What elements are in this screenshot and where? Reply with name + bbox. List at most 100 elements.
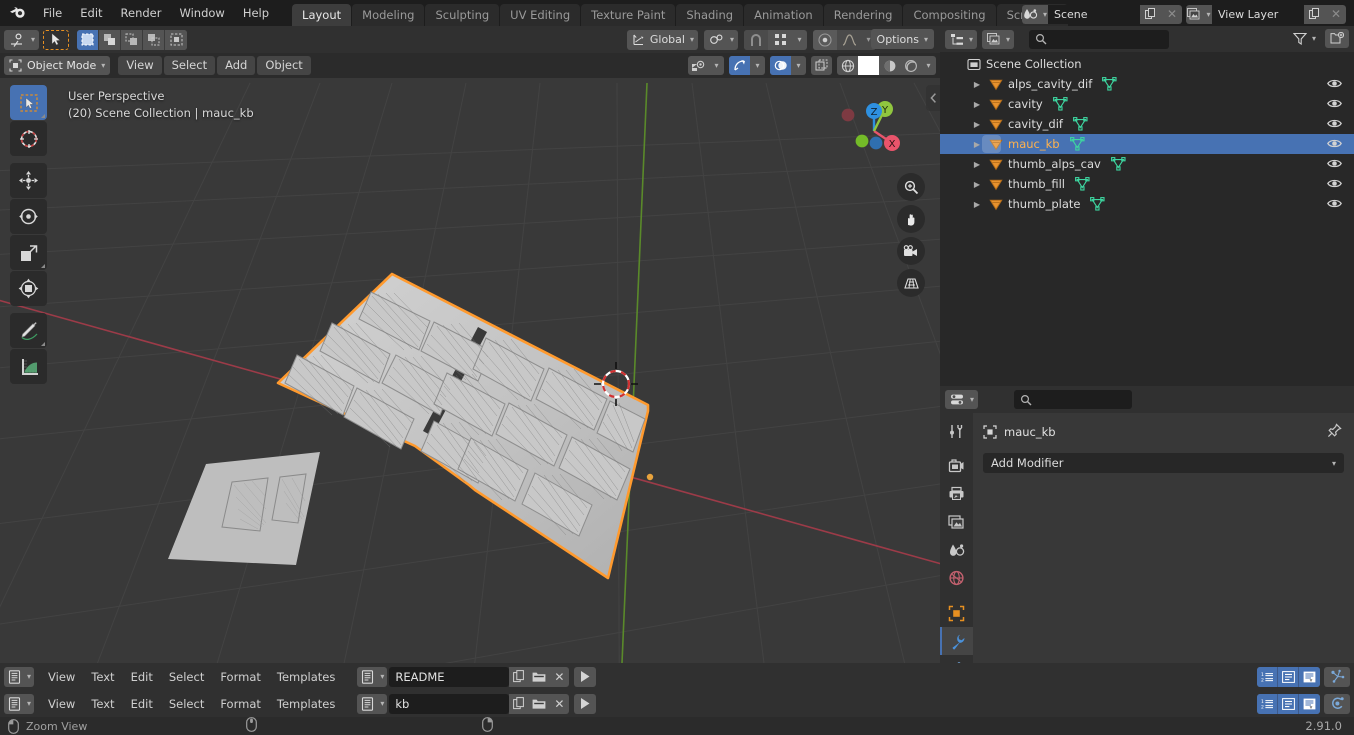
eye-visibility-icon[interactable]: [688, 56, 709, 75]
mesh-object-icon[interactable]: [986, 78, 1006, 91]
properties-search-input[interactable]: [1014, 390, 1133, 409]
properties-tab-column[interactable]: [940, 413, 973, 704]
scene-icon[interactable]: ▾: [1022, 4, 1048, 24]
workspace-tab-animation[interactable]: Animation: [744, 4, 823, 26]
tab-tool[interactable]: [940, 417, 973, 445]
x-icon[interactable]: ✕: [1162, 4, 1182, 24]
new-collection-icon[interactable]: [1325, 29, 1349, 48]
tab-view-layer[interactable]: [940, 508, 973, 536]
new-copy-icon[interactable]: [1140, 4, 1162, 24]
run-script-icon[interactable]: [574, 666, 597, 687]
viewport-menu-select[interactable]: Select: [163, 56, 216, 75]
active-tool-icon[interactable]: ▾: [4, 29, 40, 50]
gizmo-dropdown[interactable]: ▾: [729, 56, 765, 75]
viewport-toolbar[interactable]: [10, 85, 47, 385]
menu-edit[interactable]: Edit: [71, 2, 111, 24]
tab-modifier[interactable]: [940, 627, 973, 655]
transform-orientation-dropdown[interactable]: Global ▾: [626, 29, 698, 50]
text-menu-select[interactable]: Select: [161, 694, 212, 714]
disclosure-triangle-icon[interactable]: ▶: [968, 200, 986, 209]
camera-view-icon[interactable]: [897, 237, 925, 265]
disclosure-triangle-icon[interactable]: ▶: [968, 100, 986, 109]
scene-name[interactable]: Scene: [1048, 4, 1140, 24]
select-invert-icon[interactable]: [143, 29, 166, 50]
viewport-menu-view[interactable]: View: [118, 56, 162, 75]
mesh-object-icon[interactable]: [986, 158, 1006, 171]
disclosure-triangle-icon[interactable]: ▶: [968, 80, 986, 89]
disclosure-triangle-icon[interactable]: ▶: [968, 120, 986, 129]
navigation-gizmo[interactable]: X Y Z: [834, 93, 910, 169]
word-wrap-icon[interactable]: [1278, 666, 1299, 687]
viewport-menu-add[interactable]: Add: [217, 56, 256, 75]
word-wrap-icon[interactable]: [1278, 693, 1299, 714]
chevron-down-icon[interactable]: ▾: [709, 56, 724, 75]
text-datablock-selector[interactable]: ▾ README ✕: [357, 666, 597, 687]
new-text-icon[interactable]: [509, 666, 530, 687]
mesh-object-icon[interactable]: [986, 178, 1006, 191]
mesh-data-icon[interactable]: [1102, 77, 1117, 91]
pin-icon[interactable]: [1327, 423, 1342, 441]
outliner-search-input[interactable]: [1029, 29, 1170, 49]
text-datablock-icon[interactable]: ▾: [357, 666, 388, 687]
outliner-tree[interactable]: Scene Collection ▶ alps_cavity_dif ▶ cavity…: [940, 52, 1354, 214]
syntax-highlight-icon[interactable]: [1299, 693, 1320, 714]
visibility-eye-icon[interactable]: [1327, 198, 1342, 212]
tab-render[interactable]: [940, 452, 973, 480]
text-editor-type-dropdown[interactable]: ▾: [4, 693, 35, 714]
viewport-sidebar-toggle[interactable]: [926, 85, 940, 111]
text-datablock-selector[interactable]: ▾ kb ✕: [357, 693, 597, 714]
text-filename-field[interactable]: kb: [389, 693, 510, 714]
workspace-tab-uv-editing[interactable]: UV Editing: [500, 4, 581, 26]
menu-render[interactable]: Render: [112, 2, 171, 24]
syntax-highlight-icon[interactable]: [1299, 666, 1320, 687]
select-box-tool[interactable]: [10, 85, 47, 120]
zoom-icon[interactable]: [897, 173, 925, 201]
shading-mode-group[interactable]: ▾: [837, 56, 936, 75]
visibility-eye-icon[interactable]: [1327, 178, 1342, 192]
workspace-tab-sculpting[interactable]: Sculpting: [425, 4, 500, 26]
cursor-tool[interactable]: [10, 121, 47, 156]
tab-object[interactable]: [940, 599, 973, 627]
transform-tool[interactable]: [10, 271, 47, 306]
outliner-item-thumb_plate[interactable]: ▶ thumb_plate: [940, 194, 1354, 214]
text-menu-format[interactable]: Format: [212, 667, 269, 687]
blender-logo-icon[interactable]: [0, 0, 34, 26]
menu-help[interactable]: Help: [234, 2, 278, 24]
text-menu-view[interactable]: View: [40, 694, 83, 714]
outliner-root-collection[interactable]: Scene Collection: [940, 54, 1354, 74]
text-datablock-icon[interactable]: ▾: [357, 693, 388, 714]
workspace-tab-rendering[interactable]: Rendering: [823, 4, 903, 26]
scale-tool[interactable]: [10, 235, 47, 270]
ortho-persp-icon[interactable]: [897, 269, 925, 297]
disclosure-triangle-icon[interactable]: ▶: [968, 180, 986, 189]
chevron-down-icon[interactable]: ▾: [750, 56, 765, 75]
shading-wireframe-icon[interactable]: [837, 56, 858, 75]
proportional-icon[interactable]: [813, 29, 837, 50]
run-script-icon[interactable]: [574, 693, 597, 714]
mesh-object-icon[interactable]: [986, 198, 1006, 211]
mesh-data-icon[interactable]: [1069, 137, 1085, 151]
shading-material-preview-icon[interactable]: [879, 56, 900, 75]
workspace-tab-compositing[interactable]: Compositing: [903, 4, 996, 26]
disclosure-triangle-icon[interactable]: ▶: [968, 160, 986, 169]
chevron-down-icon[interactable]: ▾: [921, 56, 936, 75]
overlays-dropdown[interactable]: ▾: [770, 56, 806, 75]
physics-orbit-icon[interactable]: [1324, 693, 1350, 714]
workspace-tab-layout[interactable]: Layout: [292, 4, 352, 26]
open-folder-icon[interactable]: [529, 693, 550, 714]
text-menu-format[interactable]: Format: [212, 694, 269, 714]
shading-rendered-icon[interactable]: [900, 56, 921, 75]
text-menu-view[interactable]: View: [40, 667, 83, 687]
text-menu-select[interactable]: Select: [161, 667, 212, 687]
menu-file[interactable]: File: [34, 2, 71, 24]
open-folder-icon[interactable]: [529, 666, 550, 687]
visibility-eye-icon[interactable]: [1327, 98, 1342, 112]
tab-world[interactable]: [940, 564, 973, 592]
annotate-tool[interactable]: [10, 313, 47, 348]
xray-icon[interactable]: [811, 56, 832, 75]
xray-toggle[interactable]: [811, 56, 832, 75]
mesh-data-icon[interactable]: [1110, 157, 1126, 171]
outliner-item-thumb_alps_cav[interactable]: ▶ thumb_alps_cav: [940, 154, 1354, 174]
3d-viewport[interactable]: Object Mode ▾ View Select Add Object ▾ ▾…: [0, 53, 940, 663]
text-editor-type-dropdown[interactable]: ▾: [4, 666, 35, 687]
